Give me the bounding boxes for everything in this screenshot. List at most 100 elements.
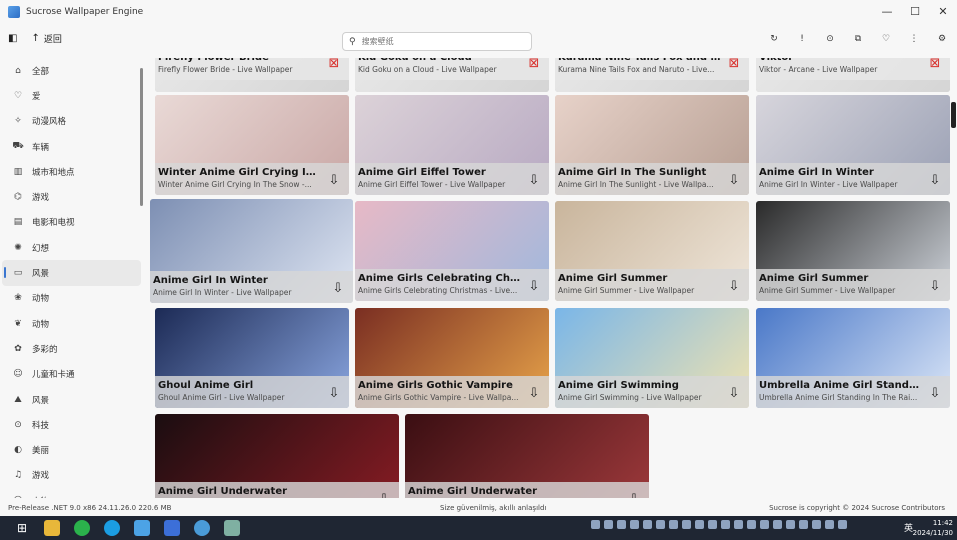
wallpaper-card[interactable]: Anime Girls Celebrating Christ... Anime G… — [355, 201, 549, 301]
search-box[interactable]: ⚲ — [342, 32, 532, 51]
store-icon[interactable] — [134, 520, 150, 536]
cloud-download-icon[interactable]: ⇩ — [375, 490, 393, 499]
sidebar-item[interactable]: ✧ 动漫风格 — [2, 109, 141, 134]
play-icon[interactable]: ⊙ — [825, 34, 835, 44]
wallpaper-card[interactable]: Ghoul Anime Girl Ghoul Anime Girl - Live … — [155, 308, 349, 408]
maximize-button[interactable]: ☐ — [901, 0, 929, 22]
wallpaper-card[interactable]: Anime Girl In Winter Anime Girl In Winter… — [756, 95, 950, 195]
search-input[interactable] — [361, 37, 512, 46]
wechat-icon[interactable] — [74, 520, 90, 536]
cloud-download-icon[interactable]: ⇩ — [725, 171, 743, 189]
sidebar-item[interactable]: ♡ 爱 — [2, 83, 141, 108]
delete-wallpaper-icon[interactable]: ⊠ — [725, 58, 743, 72]
cloud-download-icon[interactable]: ⇩ — [725, 277, 743, 295]
cloud-download-icon[interactable]: ⇩ — [926, 277, 944, 295]
sidebar-item[interactable]: ☺ 人物 — [2, 488, 141, 498]
wallpaper-card[interactable]: Anime Girl In The Sunlight Anime Girl In … — [555, 95, 749, 195]
display-icon[interactable]: ⧉ — [853, 34, 863, 44]
tray-icon[interactable] — [656, 520, 665, 529]
back-button-label[interactable]: 返回 — [44, 32, 62, 45]
wallpaper-card[interactable]: Anime Girl Summer Anime Girl Summer - Liv… — [756, 201, 950, 301]
sidebar-item[interactable]: ⊙ 科技 — [2, 412, 141, 437]
wallpaper-card[interactable]: Winter Anime Girl Crying In T... Winter A… — [155, 95, 349, 195]
wallpaper-card[interactable]: Anime Girl Underwater ⇩ — [405, 414, 649, 498]
tray-icon[interactable] — [734, 520, 743, 529]
content-scrollbar[interactable] — [951, 102, 956, 128]
sidebar-item[interactable]: ▤ 电影和电视 — [2, 210, 141, 235]
edge-icon[interactable] — [104, 520, 120, 536]
tray-icon[interactable] — [760, 520, 769, 529]
wallpaper-card[interactable]: Umbrella Anime Girl Standing... Umbrella … — [756, 308, 950, 408]
settings-gear-icon[interactable]: ⚙ — [937, 34, 947, 44]
sidebar-item[interactable]: ⌬ 游戏 — [2, 184, 141, 209]
sidebar-scrollbar[interactable] — [140, 68, 143, 206]
tray-icon[interactable] — [786, 520, 795, 529]
sidebar-item[interactable]: ⛰ 风景 — [2, 387, 141, 412]
cloud-download-icon[interactable]: ⇩ — [926, 384, 944, 402]
title-bar[interactable]: Sucrose Wallpaper Engine — ☐ ✕ — [0, 0, 957, 24]
taskbar-clock[interactable]: 11:42 2024/11/30 — [913, 518, 953, 538]
delete-wallpaper-icon[interactable]: ⊠ — [525, 58, 543, 72]
sidebar-item[interactable]: ❦ 动物 — [2, 311, 141, 336]
cloud-download-icon[interactable]: ⇩ — [329, 279, 347, 297]
tray-icon[interactable] — [617, 520, 626, 529]
cloud-download-icon[interactable]: ⇩ — [325, 384, 343, 402]
sidebar-item[interactable]: ✿ 多彩的 — [2, 336, 141, 361]
refresh-icon[interactable]: ↻ — [769, 34, 779, 44]
wallpaper-card[interactable]: Anime Girl Eiffel Tower Anime Girl Eiffel… — [355, 95, 549, 195]
sidebar-item[interactable]: ❀ 动物 — [2, 286, 141, 311]
delete-wallpaper-icon[interactable]: ⊠ — [325, 58, 343, 72]
cloud-download-icon[interactable]: ⇩ — [525, 384, 543, 402]
back-arrow-icon[interactable]: ↑ — [31, 33, 39, 44]
delete-wallpaper-icon[interactable]: ⊠ — [926, 58, 944, 72]
wallpaper-card[interactable]: Anime Girl Swimming Anime Girl Swimming -… — [555, 308, 749, 408]
tray-icon[interactable] — [799, 520, 808, 529]
cloud-download-icon[interactable]: ⇩ — [725, 384, 743, 402]
tray-icon[interactable] — [721, 520, 730, 529]
wallpaper-card[interactable]: Anime Girl In Winter Anime Girl In Winter… — [150, 199, 353, 303]
tray-icon[interactable] — [643, 520, 652, 529]
tray-icon[interactable] — [747, 520, 756, 529]
tray-icon[interactable] — [825, 520, 834, 529]
tray-icon[interactable] — [669, 520, 678, 529]
tray-icon[interactable] — [604, 520, 613, 529]
sidebar-item[interactable]: ▥ 城市和地点 — [2, 159, 141, 184]
tray-icon[interactable] — [630, 520, 639, 529]
start-icon[interactable]: ⊞ — [14, 520, 30, 536]
tray-icon[interactable] — [812, 520, 821, 529]
file-explorer-icon[interactable] — [44, 520, 60, 536]
cloud-download-icon[interactable]: ⇩ — [325, 171, 343, 189]
app-icon[interactable] — [194, 520, 210, 536]
tray-icon[interactable] — [591, 520, 600, 529]
ime-indicator[interactable]: 英 — [904, 521, 913, 534]
sidebar-item[interactable]: ⛟ 车辆 — [2, 134, 141, 159]
minimize-button[interactable]: — — [873, 0, 901, 22]
heart-icon[interactable]: ♡ — [881, 34, 891, 44]
wallpaper-card[interactable]: Kid Goku on a Cloud Kid Goku on a Cloud -… — [355, 58, 549, 92]
sidebar-item[interactable]: ✺ 幻想 — [2, 235, 141, 260]
wallpaper-card[interactable]: Viktor Viktor - Arcane - Live Wallpaper ⊠ — [756, 58, 950, 92]
wallpaper-card[interactable]: Anime Girls Gothic Vampire Anime Girls Go… — [355, 308, 549, 408]
sidebar-item[interactable]: ♫ 游戏 — [2, 463, 141, 488]
sidebar-item[interactable]: ▭ 风景 — [2, 260, 141, 286]
tray-icon[interactable] — [838, 520, 847, 529]
wallpaper-card[interactable]: Anime Girl Underwater ⇩ — [155, 414, 399, 498]
info-icon[interactable]: ! — [797, 34, 807, 44]
cloud-app-icon[interactable] — [164, 520, 180, 536]
tray-icon[interactable] — [695, 520, 704, 529]
wallpaper-card[interactable]: Anime Girl Summer Anime Girl Summer - Liv… — [555, 201, 749, 301]
cloud-download-icon[interactable]: ⇩ — [525, 171, 543, 189]
tray-icon[interactable] — [773, 520, 782, 529]
wallpaper-card[interactable]: Kurama Nine Tails Fox and Na... Kurama Ni… — [555, 58, 749, 92]
cloud-download-icon[interactable]: ⇩ — [926, 171, 944, 189]
sidebar-item[interactable]: ☺ 儿童和卡通 — [2, 362, 141, 387]
sidebar-item[interactable]: ⌂ 全部 — [2, 58, 141, 83]
more-icon[interactable]: ⋮ — [909, 34, 919, 44]
sidebar-item[interactable]: ◐ 美丽 — [2, 437, 141, 462]
close-button[interactable]: ✕ — [929, 0, 957, 22]
wallpaper-card[interactable]: Firefly Flower Bride Firefly Flower Bride… — [155, 58, 349, 92]
cloud-download-icon[interactable]: ⇩ — [525, 277, 543, 295]
tray-icon[interactable] — [682, 520, 691, 529]
tray-icon[interactable] — [708, 520, 717, 529]
cloud-download-icon[interactable]: ⇩ — [625, 490, 643, 499]
